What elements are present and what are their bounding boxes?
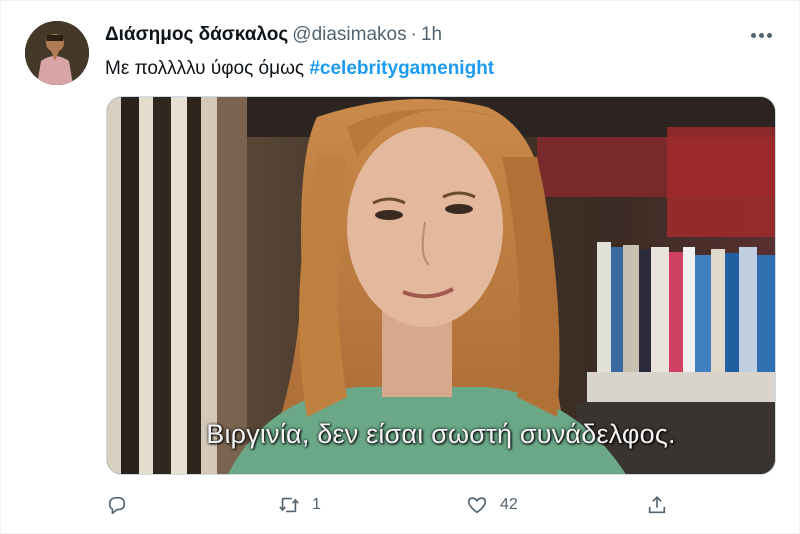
reply-icon [108, 496, 126, 515]
more-dot [750, 32, 756, 38]
more-dot [766, 32, 772, 38]
like-count: 42 [500, 496, 518, 513]
retweet-icon [279, 497, 299, 513]
tweet-media[interactable]: Βιργινία, δεν είσαι σωστή συνάδελφος. [106, 96, 776, 475]
tweet-body: Με πολλλλυ ύφος όμως [105, 58, 310, 79]
more-options-icon[interactable] [747, 27, 775, 43]
reply-button[interactable] [106, 489, 128, 521]
tweet-timestamp[interactable]: 1h [421, 24, 442, 45]
author-name[interactable]: Διάσημος δάσκαλος [105, 24, 288, 45]
tweet-actions: 1 42 [106, 489, 686, 521]
share-button[interactable] [646, 489, 668, 521]
hashtag-link[interactable]: #celebritygamenight [309, 58, 494, 79]
video-subtitle: Βιργινία, δεν είσαι σωστή συνάδελφος. [206, 419, 676, 449]
share-icon [648, 496, 666, 514]
like-button[interactable]: 42 [466, 489, 518, 521]
heart-icon [467, 497, 487, 514]
avatar-image [25, 21, 89, 85]
separator-dot: · [410, 24, 417, 45]
tweet-card[interactable]: Διάσημος δάσκαλος @diasimakos · 1h Με πολλλ… [0, 0, 800, 534]
more-dot [758, 32, 764, 38]
tweet-header: Διάσημος δάσκαλος @diasimakos · 1h [105, 23, 442, 47]
retweet-count: 1 [312, 496, 321, 513]
retweet-button[interactable]: 1 [278, 489, 321, 521]
tweet-text: Με πολλλλυ ύφος όμως #celebritygamenight [105, 57, 494, 81]
avatar[interactable] [25, 21, 89, 85]
author-handle[interactable]: @diasimakos [292, 24, 406, 45]
